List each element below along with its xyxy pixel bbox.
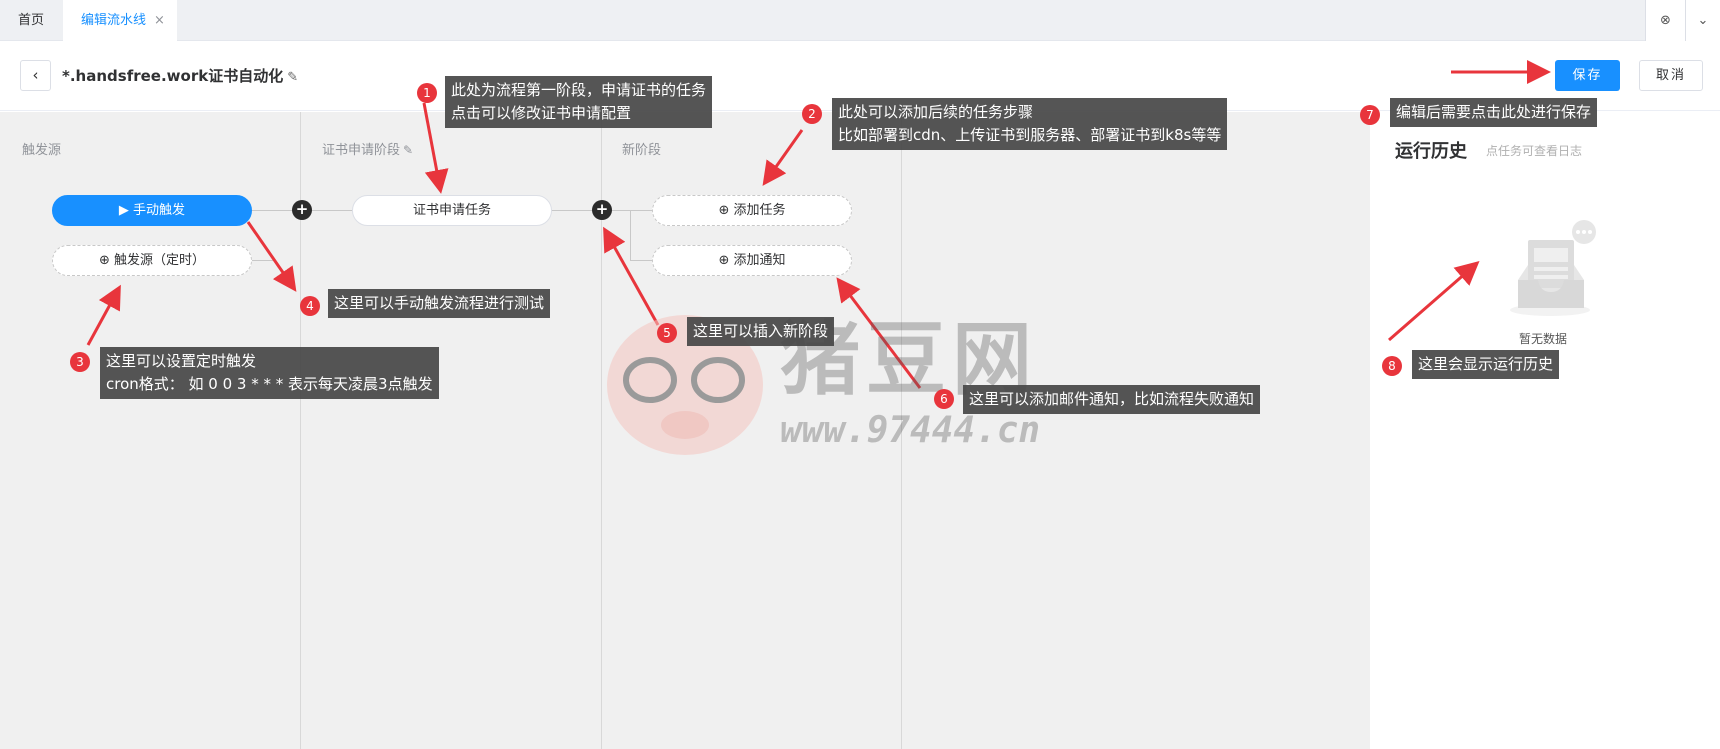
stage-title-cert: 证书申请阶段 ✎	[322, 139, 413, 158]
cancel-button[interactable]: 取消	[1639, 60, 1703, 91]
manual-trigger-button[interactable]: ▶ 手动触发	[52, 195, 252, 226]
annotation-6: 这里可以添加邮件通知，比如流程失败通知	[963, 385, 1261, 414]
add-timer-trigger-button[interactable]: ⊕ 触发源（定时）	[52, 245, 252, 276]
run-history-panel: 运行历史 点任务可查看日志 暂无数据	[1370, 112, 1720, 749]
insert-stage-button[interactable]: +	[592, 200, 612, 220]
annotation-4-line-1: 这里可以手动触发流程进行测试	[334, 294, 545, 312]
pipeline-title: *.handsfree.work证书自动化	[62, 67, 284, 85]
tab-bar: 首页 编辑流水线 × ⊗ ⌄	[0, 0, 1720, 41]
annotation-5-line-1: 这里可以插入新阶段	[693, 322, 829, 340]
annotation-1-line-1: 此处为流程第一阶段，申请证书的任务	[451, 81, 707, 99]
annotation-2: 此处可以添加后续的任务步骤 比如部署到cdn、上传证书到服务器、部署证书到k8s…	[832, 98, 1228, 150]
close-all-tabs-button[interactable]: ⊗	[1645, 0, 1685, 41]
annotation-number-6: 6	[934, 389, 954, 409]
annotation-number-3: 3	[70, 352, 90, 372]
connector-line	[630, 260, 652, 261]
add-notify-button[interactable]: ⊕ 添加通知	[652, 245, 852, 276]
edit-icon[interactable]: ✎	[403, 143, 413, 157]
annotation-2-line-2: 比如部署到cdn、上传证书到服务器、部署证书到k8s等等	[838, 126, 1222, 144]
run-history-title: 运行历史	[1395, 141, 1467, 162]
annotation-3-line-2: cron格式： 如 0 0 3 * * * 表示每天凌晨3点触发	[106, 375, 433, 393]
tabs-more-button[interactable]: ⌄	[1685, 0, 1720, 41]
annotation-2-line-1: 此处可以添加后续的任务步骤	[838, 103, 1034, 121]
stage-title-cert-label: 证书申请阶段	[322, 143, 401, 158]
annotation-5: 这里可以插入新阶段	[687, 317, 835, 346]
annotation-number-5: 5	[657, 323, 677, 343]
edit-icon[interactable]: ✎	[287, 70, 298, 85]
cert-task-node[interactable]: 证书申请任务	[352, 195, 552, 226]
stage-title-trigger: 触发源	[22, 143, 62, 158]
run-history-hint: 点任务可查看日志	[1486, 144, 1583, 158]
annotation-number-2: 2	[802, 104, 822, 124]
pipeline-canvas: 触发源 证书申请阶段 ✎ 新阶段 ▶ 手动触发 ⊕ 触发源（定时） 证书申请任务 …	[0, 112, 1370, 749]
page-title: *.handsfree.work证书自动化 ✎	[62, 65, 298, 86]
annotation-8-line-1: 这里会显示运行历史	[1418, 355, 1554, 373]
annotation-number-1: 1	[417, 83, 437, 103]
tab-home[interactable]: 首页	[0, 0, 62, 41]
annotation-number-4: 4	[300, 296, 320, 316]
annotation-6-line-1: 这里可以添加邮件通知，比如流程失败通知	[969, 390, 1255, 408]
tab-edit-pipeline-label: 编辑流水线	[81, 13, 147, 28]
annotation-1-line-2: 点击可以修改证书申请配置	[451, 104, 632, 122]
chevron-down-icon: ⌄	[1697, 13, 1709, 28]
annotation-3: 这里可以设置定时触发 cron格式： 如 0 0 3 * * * 表示每天凌晨3…	[100, 347, 439, 399]
annotation-7-line-1: 编辑后需要点击此处进行保存	[1396, 103, 1592, 121]
annotation-8: 这里会显示运行历史	[1412, 350, 1560, 379]
annotation-4: 这里可以手动触发流程进行测试	[328, 289, 551, 318]
insert-stage-button[interactable]: +	[292, 200, 312, 220]
annotation-number-7: 7	[1360, 105, 1380, 125]
annotation-1: 此处为流程第一阶段，申请证书的任务 点击可以修改证书申请配置	[445, 76, 713, 128]
chevron-left-icon: ‹	[32, 66, 39, 84]
empty-inbox-icon	[1510, 220, 1596, 316]
connector-line	[252, 260, 276, 261]
annotation-7: 编辑后需要点击此处进行保存	[1390, 98, 1598, 127]
tab-edit-pipeline[interactable]: 编辑流水线 ×	[63, 0, 177, 41]
back-button[interactable]: ‹	[20, 60, 51, 91]
empty-state-text: 暂无数据	[1519, 332, 1568, 346]
annotation-3-line-1: 这里可以设置定时触发	[106, 352, 257, 370]
close-circle-icon: ⊗	[1660, 13, 1671, 28]
add-task-button[interactable]: ⊕ 添加任务	[652, 195, 852, 226]
close-icon[interactable]: ×	[154, 13, 165, 28]
annotation-number-8: 8	[1382, 356, 1402, 376]
watermark-url: www.97444.cn	[780, 410, 1041, 451]
connector-line	[630, 210, 631, 261]
save-button[interactable]: 保存	[1555, 60, 1620, 91]
stage-title-new: 新阶段	[622, 143, 662, 158]
